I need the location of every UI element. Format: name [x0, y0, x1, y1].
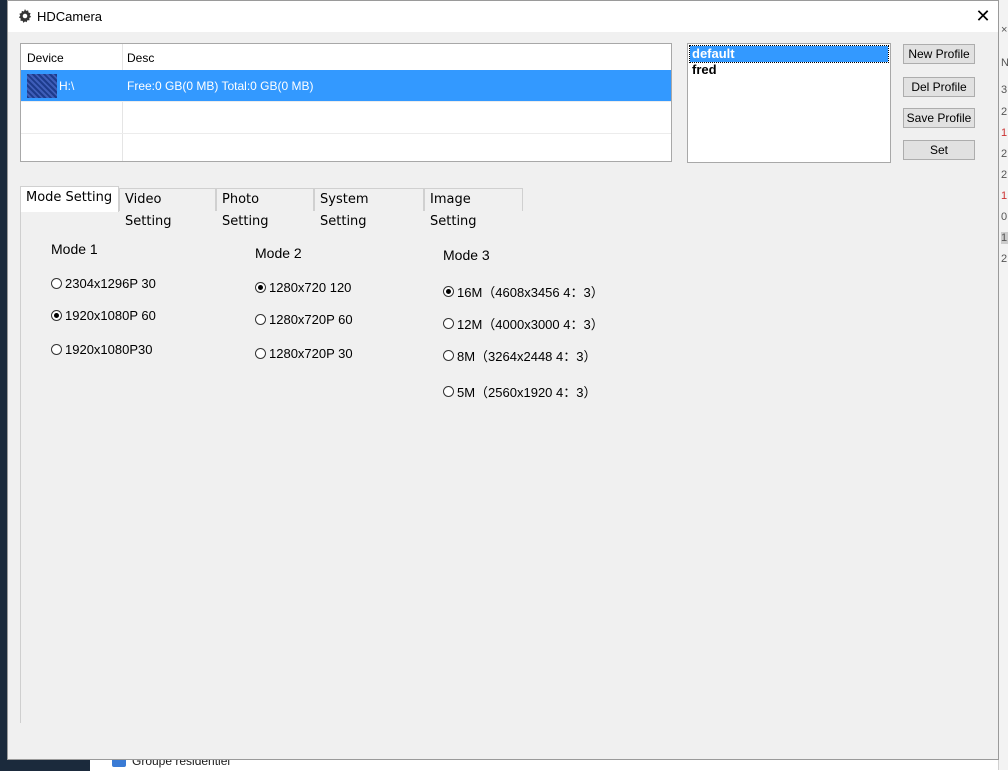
mode1-option[interactable]: 1920x1080P30	[51, 342, 152, 357]
hdcamera-window: HDCamera ✕ Device Desc H:\ Free:0 GB(0 M…	[7, 0, 999, 760]
radio-button[interactable]	[443, 350, 454, 361]
profile-item[interactable]: default	[689, 45, 889, 63]
radio-label: 5M（2560x1920 4：3）	[457, 385, 597, 400]
mode3-option[interactable]: 8M（3264x2448 4：3）	[443, 346, 596, 365]
radio-label: 1280x720P 60	[269, 312, 353, 327]
sd-card-icon	[27, 74, 57, 98]
radio-button[interactable]	[255, 314, 266, 325]
mode3-option[interactable]: 16M（4608x3456 4：3）	[443, 282, 604, 301]
save-profile-button[interactable]: Save Profile	[903, 108, 975, 128]
column-header-device[interactable]: Device	[27, 51, 64, 65]
radio-button[interactable]	[443, 318, 454, 329]
mode1-title: Mode 1	[51, 241, 98, 257]
device-row-empty[interactable]	[21, 134, 671, 166]
radio-label: 16M（4608x3456 4：3）	[457, 285, 604, 300]
radio-label: 8M（3264x2448 4：3）	[457, 349, 597, 364]
bg-edge-char: 1	[1001, 232, 1008, 244]
tab-image-setting[interactable]: Image Setting	[424, 188, 523, 229]
tab-photo-setting[interactable]: Photo Setting	[216, 188, 314, 229]
new-profile-button[interactable]: New Profile	[903, 44, 975, 64]
radio-label: 2304x1296P 30	[65, 276, 156, 291]
profile-list[interactable]: default fred	[687, 43, 891, 163]
device-row[interactable]: H:\ Free:0 GB(0 MB) Total:0 GB(0 MB)	[21, 70, 671, 102]
radio-button[interactable]	[51, 278, 62, 289]
mode1-option[interactable]: 2304x1296P 30	[51, 276, 156, 291]
bg-edge-char: 1	[1001, 190, 1008, 202]
radio-label: 1280x720 120	[269, 280, 352, 295]
bg-edge-char: 1	[1001, 127, 1008, 139]
profile-item[interactable]: fred	[690, 62, 888, 78]
device-list[interactable]: Device Desc H:\ Free:0 GB(0 MB) Total:0 …	[20, 43, 672, 162]
mode3-option[interactable]: 5M（2560x1920 4：3）	[443, 382, 596, 401]
radio-button[interactable]	[51, 344, 62, 355]
radio-button[interactable]	[51, 310, 62, 321]
radio-label: 1920x1080P30	[65, 342, 153, 357]
device-row-empty[interactable]	[21, 102, 671, 134]
title-bar[interactable]: HDCamera ✕	[8, 1, 998, 32]
radio-button[interactable]	[443, 286, 454, 297]
device-cell: H:\	[59, 79, 75, 93]
tab-system-setting[interactable]: System Setting	[314, 188, 424, 229]
mode2-option[interactable]: 1280x720P 30	[255, 346, 353, 361]
radio-button[interactable]	[255, 348, 266, 359]
gear-icon	[18, 9, 32, 23]
mode2-title: Mode 2	[255, 245, 302, 261]
mode2-option[interactable]: 1280x720P 60	[255, 312, 353, 327]
mode2-option[interactable]: 1280x720 120	[255, 280, 351, 295]
radio-button[interactable]	[443, 386, 454, 397]
bg-edge-char: N	[1001, 57, 1008, 69]
column-header-desc[interactable]: Desc	[127, 51, 154, 65]
mode-setting-panel: Mode 1 2304x1296P 30 1920x1080P 60 1920x…	[20, 211, 990, 723]
close-button[interactable]: ✕	[968, 1, 998, 32]
bg-edge-char: 3	[1001, 84, 1008, 96]
tab-video-setting[interactable]: Video Setting	[119, 188, 216, 229]
bg-edge-char: 2	[1001, 106, 1008, 118]
bg-edge-char: 2	[1001, 148, 1008, 160]
radio-button[interactable]	[255, 282, 266, 293]
mode3-option[interactable]: 12M（4000x3000 4：3）	[443, 314, 604, 333]
mode3-title: Mode 3	[443, 247, 490, 263]
radio-label: 12M（4000x3000 4：3）	[457, 317, 604, 332]
bg-edge-char: 0	[1001, 211, 1008, 223]
mode1-option[interactable]: 1920x1080P 60	[51, 308, 156, 323]
window-title: HDCamera	[37, 9, 103, 24]
background-window-edge: × N 3 2 1 2 2 1 0 1 2	[998, 0, 1008, 770]
radio-label: 1920x1080P 60	[65, 308, 156, 323]
radio-label: 1280x720P 30	[269, 346, 353, 361]
desc-cell: Free:0 GB(0 MB) Total:0 GB(0 MB)	[127, 79, 314, 93]
set-button[interactable]: Set	[903, 140, 975, 160]
bg-edge-char: ×	[1001, 24, 1008, 36]
device-list-header: Device Desc	[21, 44, 671, 70]
del-profile-button[interactable]: Del Profile	[903, 77, 975, 97]
bg-edge-char: 2	[1001, 169, 1008, 181]
tab-mode-setting[interactable]: Mode Setting	[20, 186, 119, 212]
bg-edge-char: 2	[1001, 253, 1008, 265]
